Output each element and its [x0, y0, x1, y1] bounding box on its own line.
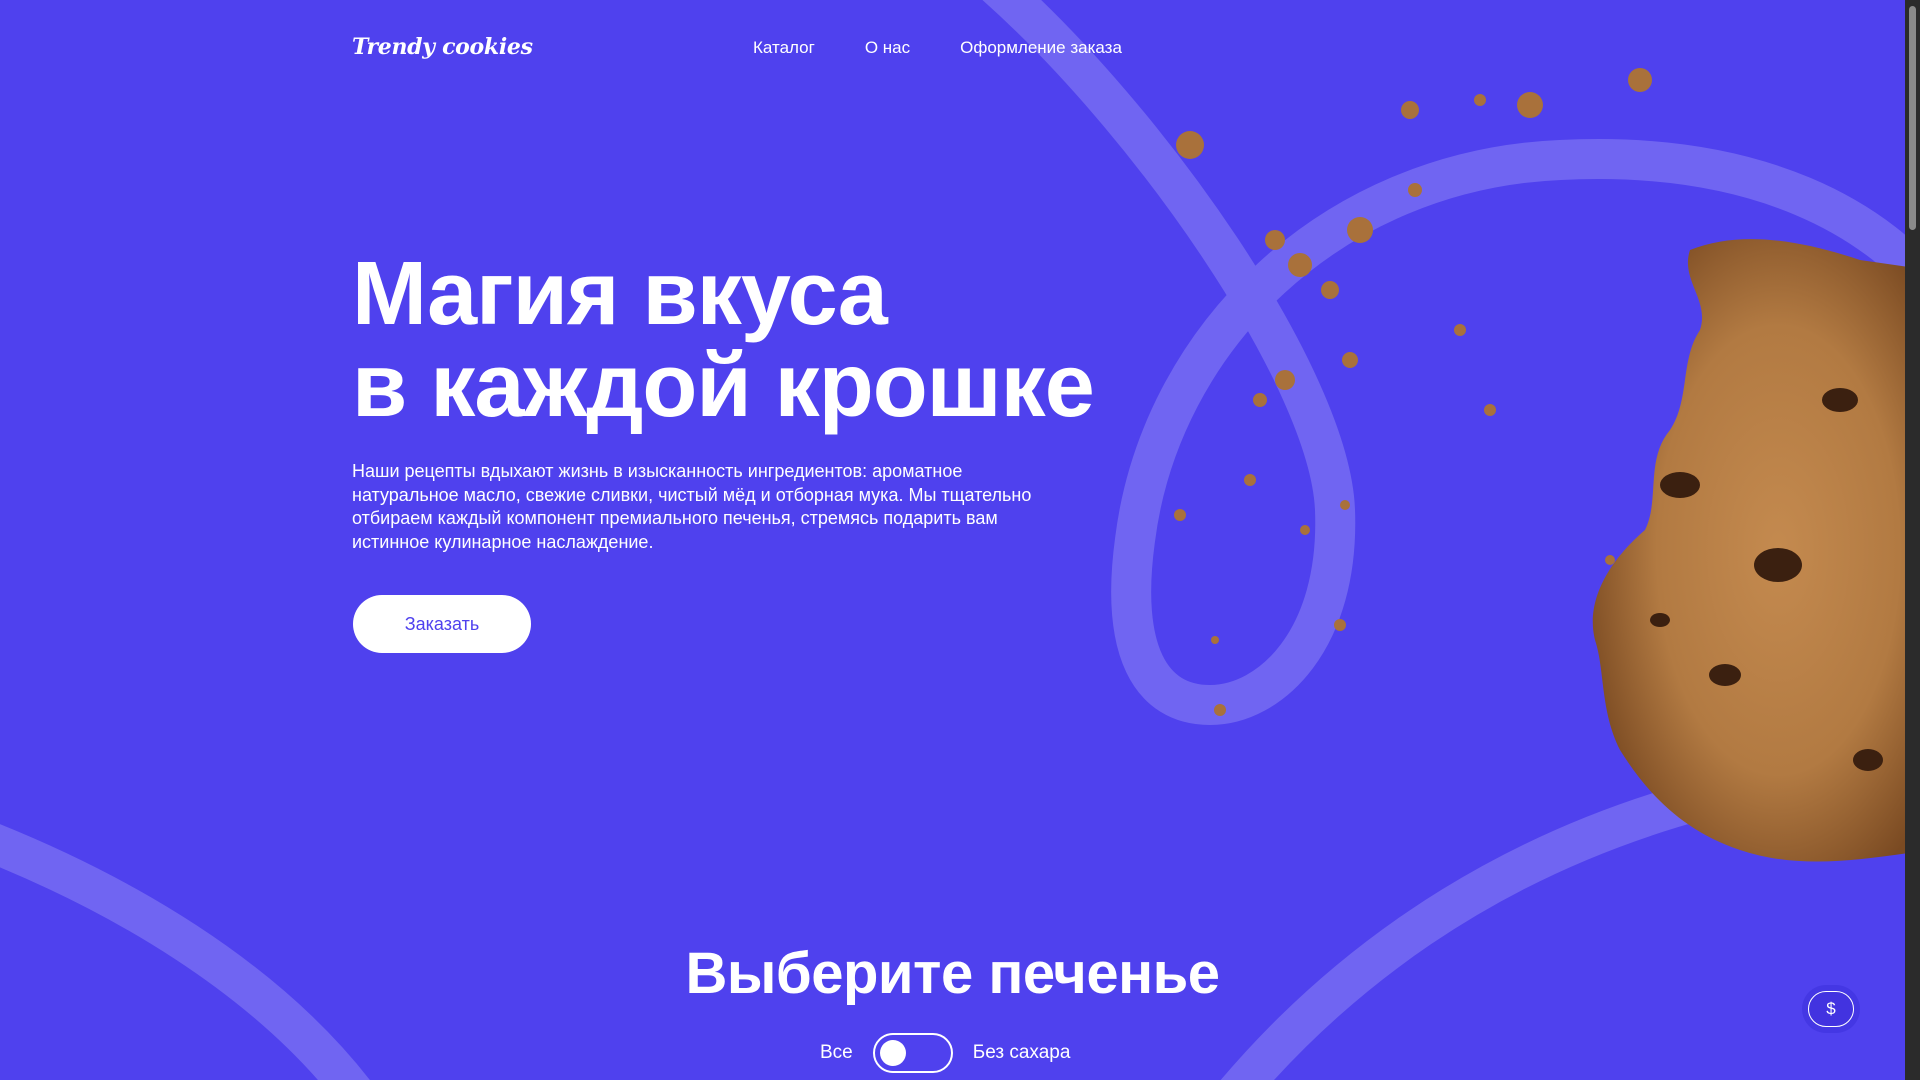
sugar-free-toggle[interactable] — [872, 1033, 953, 1073]
filter-sugar-free-label[interactable]: Без сахара — [973, 1042, 1071, 1064]
scrollbar-thumb[interactable] — [1909, 6, 1916, 230]
logo[interactable]: Trendy cookies — [352, 34, 533, 60]
nav-catalog-link[interactable]: Каталог — [753, 38, 815, 58]
hero-title-line-2: в каждой крошке — [352, 336, 1095, 436]
sugar-filter: Все Без сахара — [820, 1033, 1070, 1073]
hero-title: Магия вкуса в каждой крошке — [352, 244, 1095, 436]
landing-page: Trendy cookies Каталог О нас Оформление … — [0, 0, 1920, 1080]
cookie-image — [1174, 68, 1920, 862]
nav-about-link[interactable]: О нас — [865, 38, 910, 58]
order-button[interactable]: Заказать — [353, 595, 531, 653]
currency-button[interactable]: $ — [1808, 991, 1854, 1027]
main-nav: Каталог О нас Оформление заказа — [753, 38, 1122, 58]
hero-title-line-1: Магия вкуса — [352, 244, 888, 344]
nav-checkout-link[interactable]: Оформление заказа — [960, 38, 1122, 58]
toggle-knob — [879, 1040, 906, 1066]
scrollbar[interactable] — [1905, 0, 1920, 1080]
filter-all-label[interactable]: Все — [820, 1042, 853, 1064]
catalog-title: Выберите печенье — [685, 941, 1220, 1006]
hero-description: Наши рецепты вдыхают жизнь в изысканност… — [352, 461, 1032, 552]
dollar-icon: $ — [1826, 999, 1836, 1018]
